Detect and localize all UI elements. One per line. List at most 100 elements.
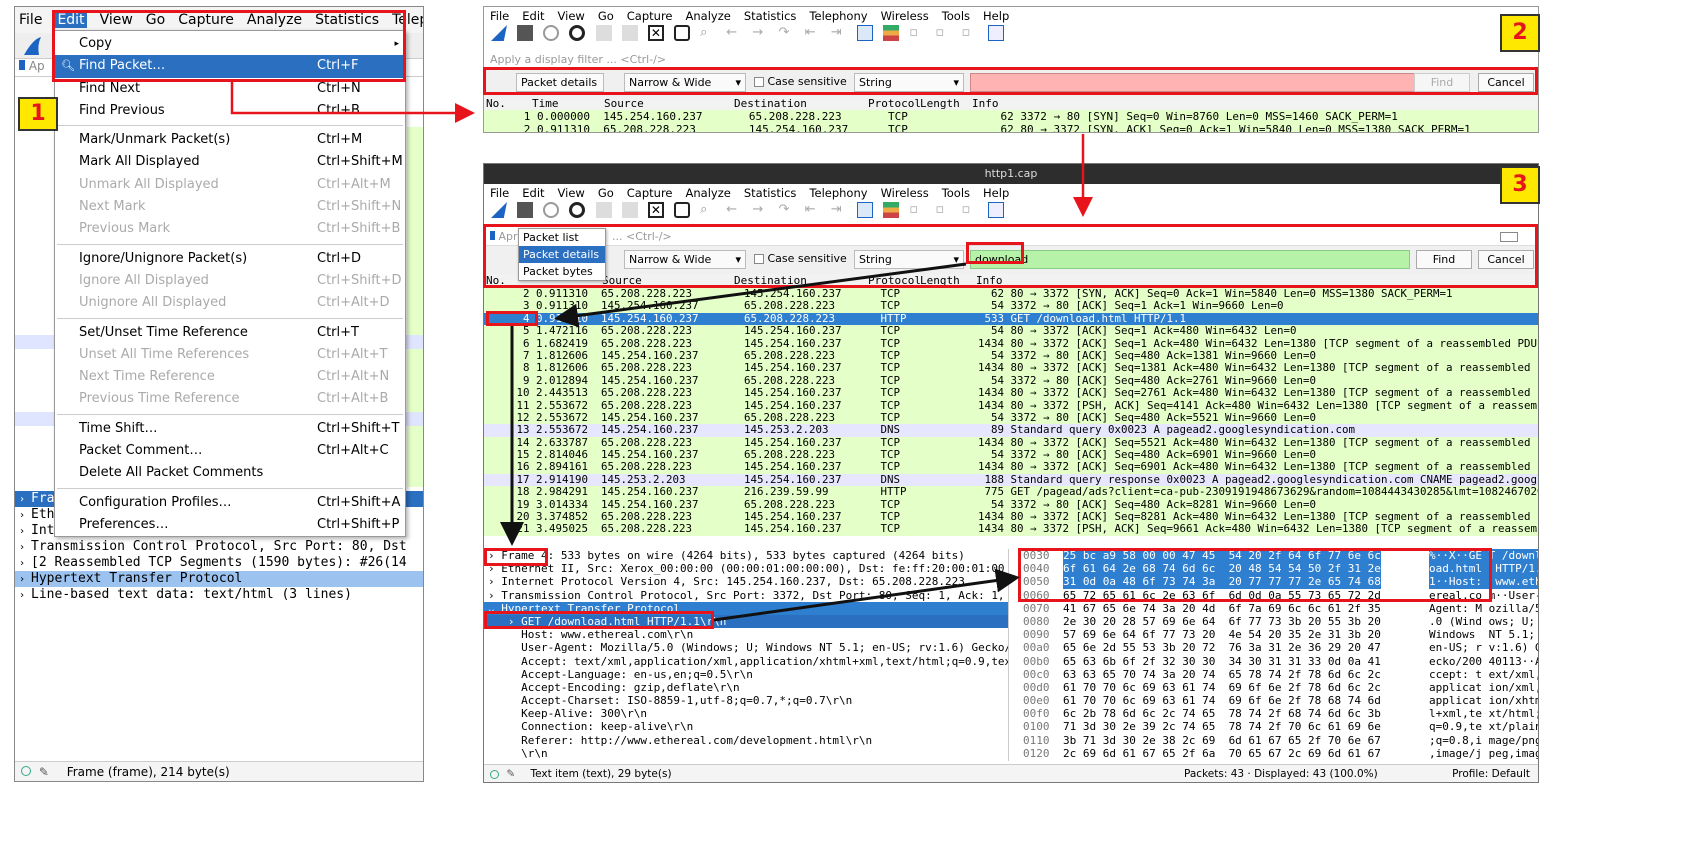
details-row[interactable]: Host: www.ethereal.com\r\n <box>484 628 1008 641</box>
open-file-icon[interactable] <box>595 202 612 218</box>
save-file-icon[interactable] <box>621 25 638 41</box>
menu-item[interactable]: Find Next Ctrl+N <box>55 78 405 100</box>
hex-row[interactable]: 0130 65 2f 67 69 66 3b 71 3d 30 2e 32 2c … <box>1019 760 1538 761</box>
table-row[interactable]: 10 2.443513 65.208.228.223 145.254.160.2… <box>484 386 1538 400</box>
menu-item[interactable]: Copy ▸ <box>55 33 405 55</box>
start-capture-icon[interactable] <box>491 25 507 41</box>
details-row[interactable]: › GET /download.html HTTP/1.1\r\n <box>484 614 1008 629</box>
menu-tools[interactable]: Tools <box>942 186 970 200</box>
menu-go[interactable]: Go <box>598 9 614 23</box>
search-icon[interactable]: ⌕ <box>700 202 716 218</box>
menu-file[interactable]: File <box>19 12 42 28</box>
colorize-icon[interactable] <box>883 25 900 41</box>
capture-options-icon[interactable] <box>569 202 586 218</box>
forward-icon[interactable]: → <box>752 25 768 41</box>
column-header-source[interactable]: Source <box>604 97 644 110</box>
hex-row[interactable]: 0030 25 bc a9 58 00 00 47 45 54 20 2f 64 … <box>1019 549 1538 563</box>
search-type-select[interactable]: String ▾ <box>854 73 964 92</box>
close-file-icon[interactable]: ✕ <box>647 202 664 218</box>
menu-capture[interactable]: Capture <box>178 12 234 28</box>
hex-row[interactable]: 00a0 65 6e 2d 55 53 3b 20 72 76 3a 31 2e … <box>1019 641 1538 654</box>
table-row[interactable]: 5 1.472116 65.208.228.223 145.254.160.23… <box>484 324 1538 338</box>
menu-wireless[interactable]: Wireless <box>881 186 929 200</box>
column-header-no[interactable]: No. <box>486 274 506 288</box>
menu-statistics[interactable]: Statistics <box>744 186 797 200</box>
shark-fin-icon[interactable] <box>21 35 43 57</box>
column-header-length[interactable]: Length <box>920 97 960 110</box>
hex-row[interactable]: 00c0 63 63 65 70 74 3a 20 74 65 78 74 2f … <box>1019 668 1538 681</box>
hex-row[interactable]: 0090 57 69 6e 64 6f 77 73 20 4e 54 20 35 … <box>1019 628 1538 641</box>
case-sensitive-checkbox[interactable]: Case sensitive <box>754 252 847 265</box>
hex-row[interactable]: 0060 65 72 65 61 6c 2e 63 6f 6d 0d 0a 55 … <box>1019 589 1538 602</box>
goto-icon[interactable]: ↷ <box>779 202 795 218</box>
w3-display-filter[interactable]: Apr ... <Ctrl-/> <box>484 230 1538 246</box>
colorize-icon[interactable] <box>883 202 900 218</box>
column-header-info[interactable]: Info <box>972 97 999 110</box>
resize-columns-icon[interactable] <box>987 25 1004 41</box>
capture-options-icon[interactable] <box>569 25 586 41</box>
menu-item[interactable]: Find Previous Ctrl+B <box>55 100 405 122</box>
menu-edit[interactable]: Edit <box>522 186 544 200</box>
details-row[interactable]: › Line-based text data: text/html (3 line… <box>15 587 423 603</box>
restart-capture-icon[interactable] <box>543 25 560 41</box>
last-packet-icon[interactable]: ⇥ <box>831 202 847 218</box>
zoom-reset-icon[interactable]: ▫ <box>962 202 978 218</box>
back-icon[interactable]: ← <box>726 202 742 218</box>
details-row[interactable]: Connection: keep-alive\r\n <box>484 720 1008 733</box>
column-header-time[interactable]: Time <box>532 97 559 110</box>
last-packet-icon[interactable]: ⇥ <box>831 25 847 41</box>
table-row[interactable]: 21 3.495025 65.208.228.223 145.254.160.2… <box>484 523 1538 536</box>
forward-icon[interactable]: → <box>752 202 768 218</box>
details-row[interactable]: Accept-Language: en-us,en;q=0.5\r\n <box>484 668 1008 681</box>
column-header-no[interactable]: No. <box>486 97 506 110</box>
menu-item[interactable]: Mark/Unmark Packet(s) Ctrl+M <box>55 129 405 151</box>
menu-analyze[interactable]: Analyze <box>247 12 302 28</box>
details-row[interactable]: › Transmission Control Protocol, Src Por… <box>484 589 1008 602</box>
details-row[interactable]: Keep-Alive: 300\r\n <box>484 707 1008 720</box>
table-row[interactable]: 18 2.984291 145.254.160.237 216.239.59.9… <box>484 485 1538 499</box>
menu-help[interactable]: Help <box>983 186 1009 200</box>
open-file-icon[interactable] <box>595 25 612 41</box>
find-button[interactable]: Find <box>1414 73 1470 92</box>
hex-row[interactable]: 00d0 61 70 70 6c 69 63 61 74 69 6f 6e 2f … <box>1019 681 1538 694</box>
table-row[interactable]: 8 1.812606 65.208.228.223 145.254.160.23… <box>484 361 1538 375</box>
search-string-input[interactable]: download <box>970 250 1410 269</box>
close-file-icon[interactable]: ✕ <box>647 25 664 41</box>
menu-wireless[interactable]: Wireless <box>881 9 929 23</box>
menu-item[interactable]: Ignore/Unignore Packet(s) Ctrl+D <box>55 248 405 270</box>
hex-row[interactable]: 0120 2c 69 6d 61 67 65 2f 6a 70 65 67 2c … <box>1019 747 1538 760</box>
menu-statistics[interactable]: Statistics <box>315 12 379 28</box>
save-file-icon[interactable] <box>621 202 638 218</box>
table-row[interactable]: 16 2.894161 65.208.228.223 145.254.160.2… <box>484 461 1538 474</box>
details-row[interactable]: › Internet Protocol Version 4, Src: 145.… <box>484 575 1008 588</box>
menu-tools[interactable]: Tools <box>942 9 970 23</box>
search-string-input[interactable]: ⊘ <box>970 73 1440 92</box>
column-header-destination[interactable]: Destination <box>734 274 807 288</box>
hex-row[interactable]: 00b0 65 63 6b 6f 2f 32 30 30 34 30 31 31 … <box>1019 655 1538 668</box>
w2-display-filter[interactable]: Apply a display filter ... <Ctrl-/> <box>484 53 1538 69</box>
menu-item[interactable]: Set/Unset Time Reference Ctrl+T <box>55 322 405 344</box>
goto-icon[interactable]: ↷ <box>779 25 795 41</box>
find-button[interactable]: Find <box>1416 250 1472 269</box>
column-header-protocol[interactable]: Protocol <box>868 97 921 110</box>
hex-row[interactable]: 0050 31 0d 0a 48 6f 73 74 3a 20 77 77 77 … <box>1019 575 1538 589</box>
menu-telephony[interactable]: Telephony <box>392 12 423 28</box>
table-row[interactable]: 13 2.553672 145.254.160.237 145.253.2.20… <box>484 423 1538 437</box>
menu-view[interactable]: View <box>558 9 585 23</box>
menu-item[interactable]: Configuration Profiles… Ctrl+Shift+A <box>55 492 405 514</box>
table-row[interactable]: 1 0.000000 145.254.160.237 65.208.228.22… <box>484 110 1538 123</box>
zoom-out-icon[interactable]: ▫ <box>935 25 951 41</box>
hex-row[interactable]: 0070 41 67 65 6e 74 3a 20 4d 6f 7a 69 6c … <box>1019 602 1538 615</box>
details-row[interactable]: Referer: http://www.ethereal.com/develop… <box>484 734 1008 747</box>
stop-capture-icon[interactable] <box>517 25 534 41</box>
stop-capture-icon[interactable] <box>517 202 534 218</box>
zoom-out-icon[interactable]: ▫ <box>935 202 951 218</box>
table-row[interactable]: 2 0.911310 65.208.228.223 145.254.160.23… <box>484 123 1538 132</box>
menu-go[interactable]: Go <box>146 12 165 28</box>
column-header-length[interactable]: Length <box>920 274 960 288</box>
menu-analyze[interactable]: Analyze <box>686 9 731 23</box>
menu-item[interactable]: Mark All Displayed Ctrl+Shift+M <box>55 151 405 173</box>
hex-row[interactable]: 0040 6f 61 64 2e 68 74 6d 6c 20 48 54 54 … <box>1019 562 1538 576</box>
back-icon[interactable]: ← <box>726 25 742 41</box>
details-row[interactable]: › [2 Reassembled TCP Segments (1590 bytes… <box>15 555 423 571</box>
